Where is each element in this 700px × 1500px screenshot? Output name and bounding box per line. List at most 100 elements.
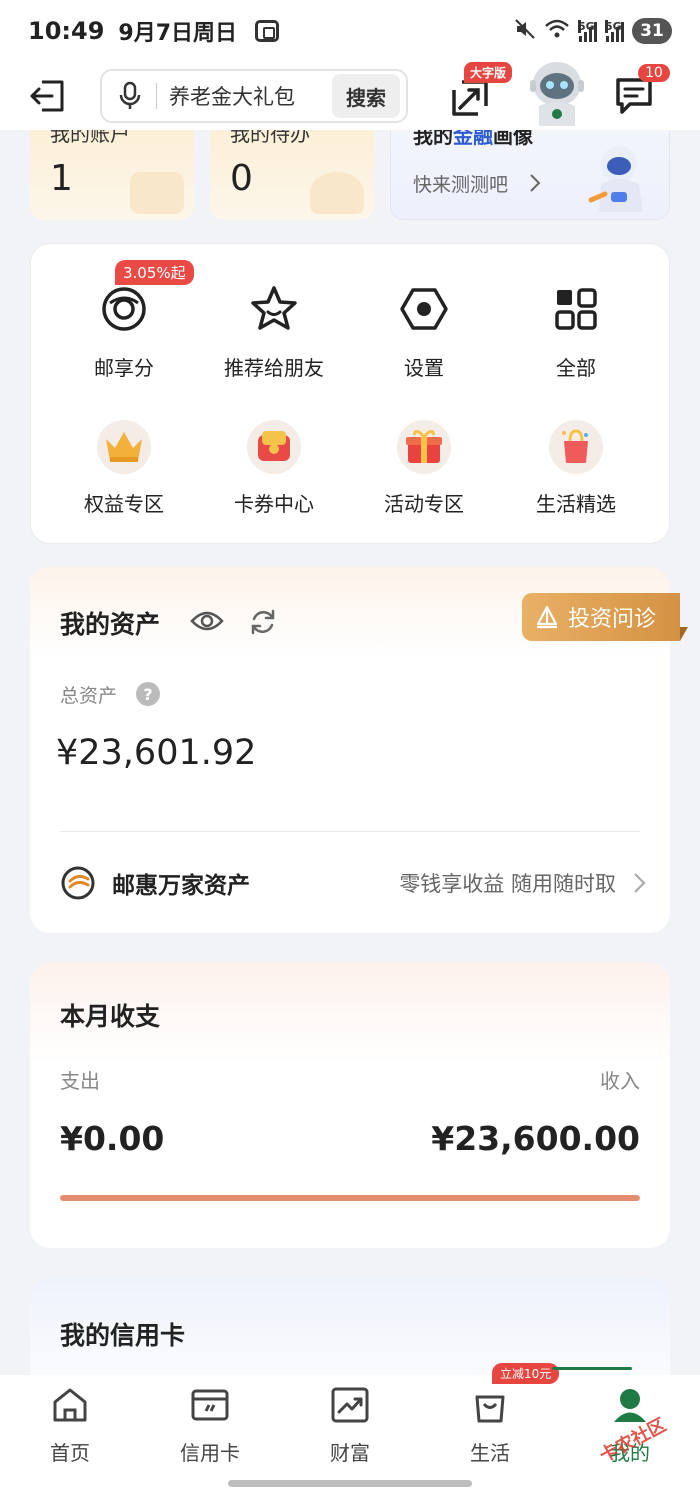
- mute-icon: [514, 18, 536, 45]
- chevron-right-icon: [530, 174, 541, 192]
- status-date: 9月7日周日: [118, 21, 238, 46]
- service-all[interactable]: 全部: [501, 280, 651, 381]
- service-points[interactable]: 邮享分: [49, 280, 199, 381]
- star-icon: [245, 280, 303, 338]
- fin-title-pre: 我的: [413, 130, 453, 148]
- fin-title-post: 画像: [493, 130, 533, 148]
- refresh-icon[interactable]: [248, 607, 278, 637]
- service-activities[interactable]: 活动专区: [349, 420, 499, 517]
- services-panel: 邮享分 3.05%起 推荐给朋友 设置 全部 权益专区 卡券中心 活动专区 生活…: [30, 243, 670, 544]
- monthly-title: 本月收支: [60, 1002, 161, 1031]
- chevron-right-icon: [634, 873, 646, 893]
- service-label: 推荐给朋友: [224, 356, 324, 380]
- investment-diagnosis-button[interactable]: 投资问诊: [522, 593, 680, 641]
- my-todo-card[interactable]: 我的待办 0: [210, 130, 374, 220]
- exit-icon: [30, 80, 64, 112]
- crown-icon: [97, 420, 151, 474]
- nav-home[interactable]: 首页: [20, 1385, 120, 1466]
- service-benefits[interactable]: 权益专区: [49, 420, 199, 517]
- youhui-title: 邮惠万家资产: [112, 873, 250, 899]
- my-account-label: 我的账户: [50, 130, 130, 146]
- grid-icon: [547, 280, 605, 338]
- status-indicators: 5G 5G 31: [514, 18, 672, 45]
- service-coupons[interactable]: 卡券中心: [199, 420, 349, 517]
- search-divider: [156, 83, 157, 109]
- service-label: 权益专区: [84, 492, 164, 516]
- coupon-icon: [247, 420, 301, 474]
- nav-label: 生活: [470, 1441, 510, 1465]
- signal-icon-1: 5G: [578, 20, 597, 42]
- status-bar: 10:49 9月7日周日 5G 5G 31: [0, 0, 700, 62]
- service-label: 卡券中心: [234, 492, 314, 516]
- total-assets-label: 总资产: [60, 685, 118, 707]
- youhui-logo-icon: [61, 866, 95, 900]
- my-account-card[interactable]: 我的账户 1: [30, 130, 194, 220]
- service-life-picks[interactable]: 生活精选: [501, 420, 651, 517]
- home-icon: [53, 1388, 87, 1422]
- investment-diagnosis-label: 投资问诊: [568, 607, 657, 632]
- service-recommend[interactable]: 推荐给朋友: [199, 280, 349, 381]
- message-count-badge: 10: [638, 64, 670, 82]
- wallet-icon: [130, 172, 184, 214]
- fin-subtitle-text: 快来测测吧: [413, 174, 509, 196]
- signal-label: 5G: [578, 20, 595, 33]
- nav-wealth[interactable]: 财富: [300, 1385, 400, 1466]
- promo-badge: 立减10元: [492, 1363, 560, 1384]
- youhui-description: 零钱享收益 随用随时取: [399, 872, 616, 896]
- points-icon: [95, 280, 153, 338]
- expense-value: ¥0.00: [60, 1119, 165, 1158]
- top-header: 养老金大礼包 搜索 大字版 10: [0, 62, 700, 130]
- large-font-badge: 大字版: [464, 62, 513, 83]
- sailboat-icon: [536, 605, 558, 629]
- financial-profile-subtitle: 快来测测吧: [413, 170, 542, 197]
- income-expense-bar: [60, 1195, 640, 1201]
- nav-life[interactable]: 生活: [440, 1385, 540, 1466]
- search-button[interactable]: 搜索: [332, 74, 400, 118]
- financial-profile-title: 我的金融画像: [413, 130, 533, 149]
- robot-avatar[interactable]: [524, 56, 590, 128]
- expense-label: 支出: [60, 1069, 100, 1093]
- my-todo-count: 0: [230, 158, 253, 199]
- credit-card-icon: [191, 1389, 229, 1421]
- search-input[interactable]: 养老金大礼包: [169, 81, 332, 111]
- life-bag-icon: [475, 1395, 505, 1423]
- signal-label-2: 5G: [605, 20, 622, 33]
- exit-button[interactable]: [24, 72, 72, 120]
- assets-title: 我的资产: [60, 610, 161, 639]
- credit-card-title: 我的信用卡: [60, 1321, 186, 1350]
- screenshot-icon: [255, 20, 280, 42]
- income-value: ¥23,600.00: [431, 1119, 640, 1158]
- large-font-button[interactable]: 大字版: [446, 62, 513, 118]
- my-assets-card: 我的资产 投资问诊 总资产 ? ¥23,601.92 邮惠万家资产 零钱享收益 …: [30, 567, 688, 933]
- my-account-count: 1: [50, 158, 73, 199]
- nav-credit-card[interactable]: 信用卡: [160, 1385, 260, 1466]
- mic-icon[interactable]: [116, 81, 144, 111]
- monthly-summary-card[interactable]: 本月收支 支出 收入 ¥0.00 ¥23,600.00: [30, 963, 670, 1248]
- tag-fold: [680, 627, 688, 641]
- my-todo-label: 我的待办: [230, 130, 310, 146]
- income-bar-fill: [60, 1195, 640, 1201]
- search-box[interactable]: 养老金大礼包 搜索: [100, 69, 408, 123]
- home-indicator[interactable]: [228, 1480, 472, 1487]
- financial-profile-card[interactable]: 我的金融画像 快来测测吧: [390, 130, 670, 220]
- service-label: 生活精选: [536, 492, 616, 516]
- nav-label: 首页: [50, 1441, 90, 1465]
- help-icon[interactable]: ?: [136, 682, 160, 706]
- fin-title-highlight: 金融: [453, 130, 493, 148]
- service-label: 设置: [404, 356, 444, 380]
- service-settings[interactable]: 设置: [349, 280, 499, 381]
- robot-avatar-icon: [530, 62, 584, 126]
- wifi-icon: [544, 18, 570, 44]
- total-assets-value: ¥23,601.92: [56, 733, 257, 773]
- promo-underline: [552, 1367, 632, 1370]
- messages-button[interactable]: 10: [612, 64, 670, 118]
- gift-icon: [397, 420, 451, 474]
- youhui-wanjia-row[interactable]: 邮惠万家资产 零钱享收益 随用随时取: [60, 863, 646, 903]
- signal-icon-2: 5G: [605, 20, 624, 42]
- nav-label: 财富: [330, 1441, 370, 1465]
- astronaut-icon: [588, 146, 643, 212]
- eye-icon[interactable]: [190, 607, 224, 635]
- income-label: 收入: [600, 1069, 640, 1093]
- bell-icon: [310, 172, 364, 214]
- shopping-bag-icon: [549, 420, 603, 474]
